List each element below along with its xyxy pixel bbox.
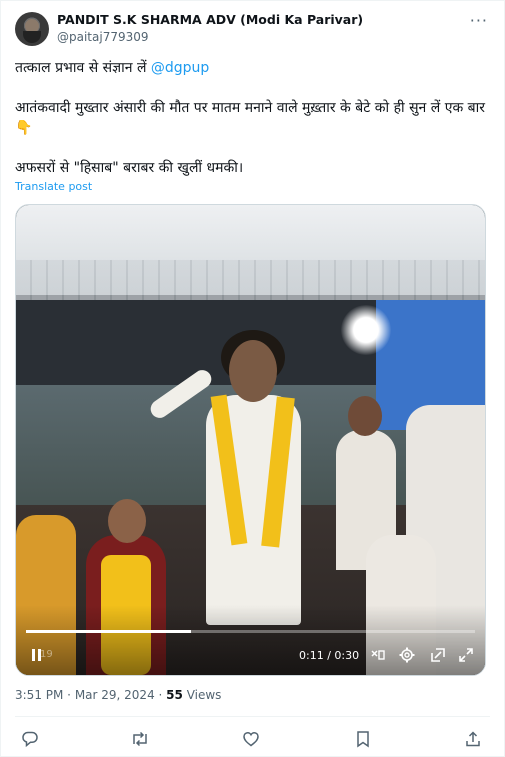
post-text-prefix: तत्काल प्रभाव से संज्ञान लें [15,60,151,76]
video-controls: 19 0:11 / 0:30 [16,641,485,669]
fullscreen-icon[interactable] [456,645,476,665]
views-label: Views [182,688,222,702]
captions-icon[interactable] [368,645,388,665]
video-time: 0:11 / 0:30 [299,649,360,662]
like-icon[interactable] [240,728,262,750]
avatar[interactable] [15,12,49,46]
gear-icon[interactable] [397,645,417,665]
tent-fringe [16,260,485,300]
video-player[interactable]: 19 0:11 / 0:30 [15,204,486,676]
post-time[interactable]: 3:51 PM [15,688,63,702]
video-progress-fill [26,630,191,633]
repost-icon[interactable] [129,728,151,750]
meta-separator-2: · [154,688,167,702]
avatar-beard [23,31,41,43]
divider [15,716,490,717]
post-text-line-2: आतंकवादी मुख्तार अंसारी की मौत पर मातम म… [15,100,485,136]
video-progress-bar[interactable] [26,630,475,633]
post-card: PANDIT S.K SHARMA ADV (Modi Ka Parivar) … [0,0,505,757]
post-text-line-3: अफसरों से "हिसाब" बराबर की खुलीं धमकी। [15,160,244,176]
stage-light [341,305,391,355]
video-frame [16,205,485,675]
bookmark-icon[interactable] [352,728,374,750]
more-icon[interactable]: ··· [470,11,488,30]
video-ghost-time: 19 [40,649,53,660]
reply-icon[interactable] [19,728,41,750]
post-date[interactable]: Mar 29, 2024 [75,688,155,702]
share-icon[interactable] [462,728,484,750]
mention-link[interactable]: @dgpup [151,60,209,76]
picture-in-picture-icon[interactable] [428,645,448,665]
post-text-line-1: तत्काल प्रभाव से संज्ञान लें @dgpup [15,58,491,78]
post-meta: 3:51 PM · Mar 29, 2024 · 55 Views [15,688,221,702]
author-name[interactable]: PANDIT S.K SHARMA ADV (Modi Ka Parivar) [57,12,363,27]
speaker [147,325,311,625]
author-handle[interactable]: @paitaj779309 [57,30,149,44]
meta-separator: · [63,688,75,702]
views-count: 55 [166,688,183,702]
translate-post-link[interactable]: Translate post [15,180,92,193]
action-bar [15,728,490,750]
